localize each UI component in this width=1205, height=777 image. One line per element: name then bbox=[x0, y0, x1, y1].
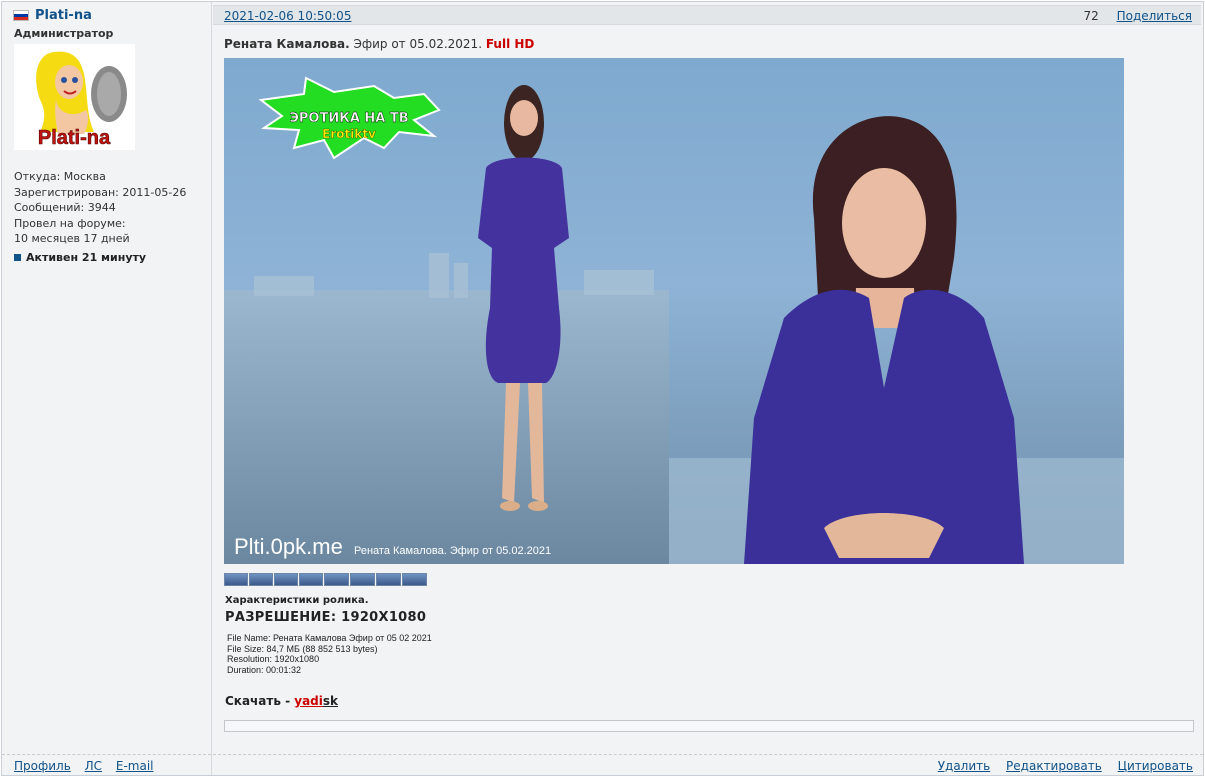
post-title-hd: Full HD bbox=[485, 37, 535, 51]
mediainfo-file-size: File Size: 84,7 МБ (88 852 513 bytes) bbox=[227, 643, 378, 654]
author-rank: Администратор bbox=[14, 27, 114, 40]
author-info: Откуда: Москва Зарегистрирован: 2011-05-… bbox=[14, 169, 186, 247]
author-links: Профиль ЛС E-mail bbox=[2, 754, 211, 773]
author-location: Откуда: Москва bbox=[14, 170, 106, 183]
status-square-icon bbox=[14, 254, 21, 261]
share-link[interactable]: Поделиться bbox=[1117, 9, 1192, 23]
download-line: Скачать - yadisk bbox=[225, 694, 338, 708]
author-status-text: Активен 21 минуту bbox=[26, 251, 147, 264]
thumbnail[interactable] bbox=[350, 573, 375, 586]
thumbnail[interactable] bbox=[376, 573, 401, 586]
post-actions: Удалить Редактировать Цитировать bbox=[213, 754, 1203, 773]
author-time-label: Провел на форуме: bbox=[14, 216, 126, 230]
pm-link[interactable]: ЛС bbox=[85, 759, 102, 773]
edit-link[interactable]: Редактировать bbox=[1006, 759, 1102, 773]
logo-line2: Erotiktv bbox=[322, 127, 376, 141]
post-title-name: Рената Камалова. bbox=[224, 37, 350, 51]
post-title: Рената Камалова. Эфир от 05.02.2021. Ful… bbox=[224, 37, 534, 51]
resolution-heading: РАЗРЕШЕНИЕ: 1920Х1080 bbox=[225, 610, 427, 625]
author-name-row: Plati-na bbox=[13, 8, 92, 23]
post-view-count: 72 bbox=[1083, 9, 1099, 23]
characteristics-heading: Характеристики ролика. bbox=[225, 595, 369, 606]
thumbnail[interactable] bbox=[324, 573, 349, 586]
post-author-sidebar: Plati-na Администратор Plati-na Откуда: … bbox=[2, 2, 212, 775]
mediainfo-file-name: File Name: Рената Камалова Эфир от 05 02… bbox=[227, 633, 432, 643]
download-link-dark[interactable]: sk bbox=[323, 694, 338, 708]
post-preview-image[interactable]: ЭРОТИКА НА ТВ Erotiktv Plti.0pk.me Ренат… bbox=[224, 58, 1124, 564]
avatar-logo-text: Plati-na bbox=[38, 127, 111, 149]
thumbnail[interactable] bbox=[249, 573, 273, 586]
logo-line1: ЭРОТИКА НА ТВ bbox=[289, 111, 408, 126]
download-link-red[interactable]: yadi bbox=[294, 694, 323, 708]
post-body: 2021-02-06 10:50:05 72 Поделиться Рената… bbox=[213, 2, 1203, 775]
thumbnail[interactable] bbox=[402, 573, 427, 586]
watermark-text: Plti.0pk.me bbox=[234, 534, 343, 559]
author-avatar: Plati-na bbox=[14, 44, 135, 150]
delete-link[interactable]: Удалить bbox=[938, 759, 991, 773]
image-caption: Рената Камалова. Эфир от 05.02.2021 bbox=[354, 545, 551, 557]
mediainfo-resolution: Resolution: 1920x1080 bbox=[227, 654, 320, 664]
profile-link[interactable]: Профиль bbox=[14, 759, 71, 773]
mediainfo-duration: Duration: 00:01:32 bbox=[227, 664, 302, 675]
thumbnail-strip bbox=[224, 573, 427, 586]
thumbnail[interactable] bbox=[224, 573, 248, 586]
russia-flag-icon bbox=[13, 10, 29, 21]
post-signature-bar bbox=[224, 720, 1194, 732]
post-datetime-link[interactable]: 2021-02-06 10:50:05 bbox=[224, 9, 351, 23]
thumbnail[interactable] bbox=[299, 573, 323, 586]
email-link[interactable]: E-mail bbox=[116, 759, 154, 773]
post-title-text: Эфир от 05.02.2021. bbox=[349, 37, 486, 51]
post-header-right: 72 Поделиться bbox=[1083, 9, 1192, 23]
mediainfo-block: File Name: Рената Камалова Эфир от 05 02… bbox=[227, 633, 432, 675]
post-header: 2021-02-06 10:50:05 72 Поделиться bbox=[213, 5, 1201, 25]
author-registered: Зарегистрирован: 2011-05-26 bbox=[14, 185, 187, 199]
author-username-link[interactable]: Plati-na bbox=[35, 8, 92, 23]
quote-link[interactable]: Цитировать bbox=[1118, 759, 1193, 773]
author-post-count: Сообщений: 3944 bbox=[14, 201, 116, 214]
author-time-value: 10 месяцев 17 дней bbox=[14, 232, 130, 245]
download-label: Скачать - bbox=[225, 694, 295, 708]
thumbnail[interactable] bbox=[274, 573, 298, 586]
author-status: Активен 21 минуту bbox=[14, 251, 146, 264]
forum-post: Plati-na Администратор Plati-na Откуда: … bbox=[1, 1, 1204, 776]
